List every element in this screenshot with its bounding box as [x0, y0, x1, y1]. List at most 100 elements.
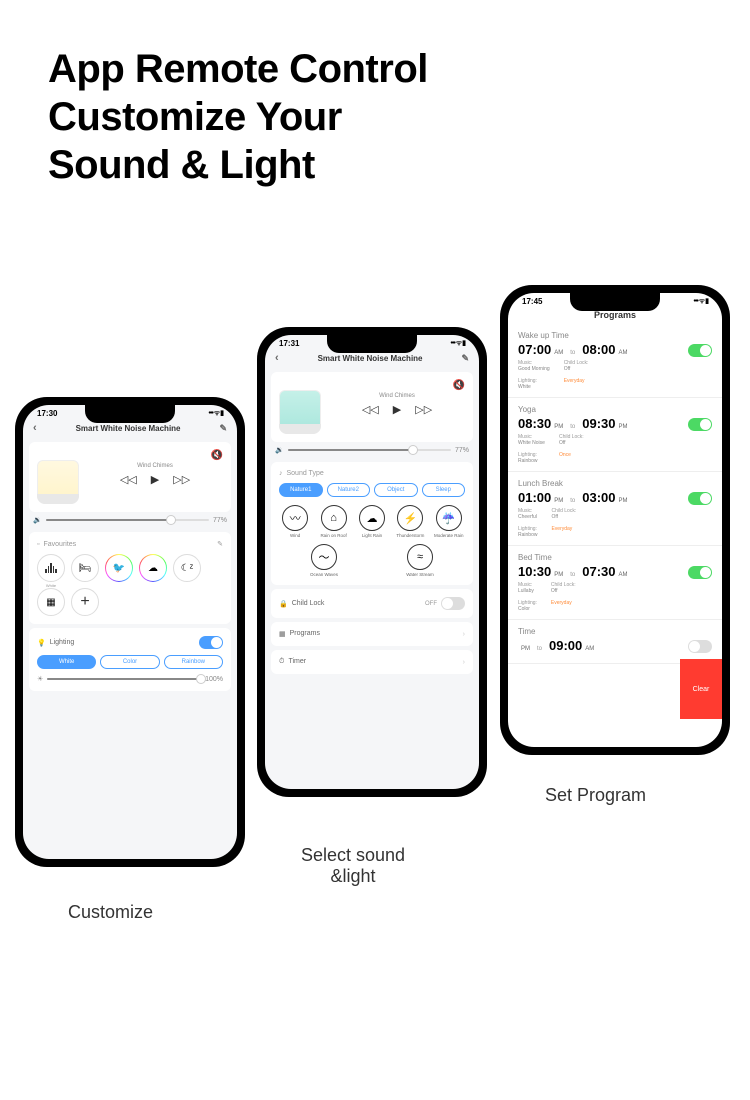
track-name: Wind Chimes: [379, 393, 415, 399]
volume-value: 77%: [455, 447, 469, 454]
play-button[interactable]: ▶: [151, 473, 159, 486]
volume-slider[interactable]: [288, 449, 451, 451]
pill-white[interactable]: White: [37, 655, 96, 669]
fav-preset-5[interactable]: ☾ᶻ: [173, 554, 201, 582]
mute-icon[interactable]: 🔇: [453, 380, 465, 391]
child-lock-row[interactable]: 🔒Child Lock OFF: [271, 589, 473, 618]
heading-line-3: Sound & Light: [48, 141, 750, 189]
player-card: 🔇 Wind Chimes ◁◁ ▶ ▷▷: [29, 442, 231, 512]
program-time: 07:00AM to 08:00AM: [518, 342, 712, 357]
add-favourite-button[interactable]: +: [71, 588, 99, 616]
pill-color[interactable]: Color: [100, 655, 159, 669]
program-toggle[interactable]: [688, 492, 712, 505]
program-name: Yoga: [518, 405, 712, 414]
program-toggle[interactable]: [688, 418, 712, 431]
sound-rain-roof[interactable]: ⌂Rain on Roof: [319, 505, 349, 538]
caption-customize: Customize: [68, 902, 153, 923]
page-heading: App Remote Control Customize Your Sound …: [0, 0, 750, 189]
volume-icon: 🔉: [33, 516, 42, 524]
lighting-toggle[interactable]: [199, 636, 223, 649]
prev-button[interactable]: ◁◁: [362, 403, 379, 416]
program-row[interactable]: Time PM to 09:00AM: [508, 620, 722, 664]
prev-button[interactable]: ◁◁: [120, 473, 137, 486]
caption-select: Select sound &light: [283, 845, 423, 887]
program-time: 01:00PM to 03:00PM: [518, 490, 712, 505]
fav-preset-3[interactable]: 🐦: [105, 554, 133, 582]
fav-preset-6[interactable]: ▦: [37, 588, 65, 616]
program-row[interactable]: Lunch Break 01:00PM to 03:00PM Music: Ch…: [508, 472, 722, 546]
sound-light-rain[interactable]: ☁Light Rain: [357, 505, 387, 538]
tab-object[interactable]: Object: [374, 483, 418, 497]
chevron-right-icon: ›: [463, 631, 465, 638]
program-row[interactable]: Yoga 08:30PM to 09:30PM Music: White Noi…: [508, 398, 722, 472]
program-toggle[interactable]: [688, 640, 712, 653]
play-button[interactable]: ▶: [393, 403, 401, 416]
tab-nature2[interactable]: Nature2: [327, 483, 371, 497]
brightness-value: 100%: [205, 676, 223, 683]
fav-preset-2[interactable]: 🛏: [71, 554, 99, 582]
program-name: Lunch Break: [518, 479, 712, 488]
sound-type-card: ♪ Sound Type Nature1 Nature2 Object Slee…: [271, 462, 473, 585]
tab-sleep[interactable]: Sleep: [422, 483, 466, 497]
lighting-label: Lighting: [50, 639, 75, 646]
program-meta: Music: LullabyLighting: Color Child Lock…: [518, 582, 712, 612]
status-time: 17:31: [279, 339, 299, 348]
edit-button[interactable]: ✎: [461, 353, 469, 364]
phone-select-sound: 17:31 ••• ᯤ ▮ ‹ Smart White Noise Machin…: [257, 327, 487, 797]
sound-water-stream[interactable]: ≈Water Stream: [405, 544, 435, 577]
program-toggle[interactable]: [688, 566, 712, 579]
status-icons: ••• ᯤ ▮: [694, 297, 709, 306]
sound-type-label: Sound Type: [287, 470, 324, 477]
sound-moderate-rain[interactable]: ☔Moderate Rain: [434, 505, 464, 538]
timer-icon: ⏱: [279, 658, 284, 666]
calendar-icon: ▦: [279, 630, 286, 638]
lock-icon: 🔒: [279, 600, 288, 608]
sound-thunderstorm[interactable]: ⚡Thunderstorm: [395, 505, 425, 538]
next-button[interactable]: ▷▷: [415, 403, 432, 416]
device-image: [37, 450, 79, 504]
programs-list: Wake up Time 07:00AM to 08:00AM Music: G…: [508, 324, 722, 664]
fav-preset-4[interactable]: ☁: [139, 554, 167, 582]
timer-row[interactable]: ⏱Timer ›: [271, 650, 473, 674]
phone-programs: 17:45 ••• ᯤ ▮ Programs Wake up Time 07:0…: [500, 285, 730, 755]
notch: [327, 335, 417, 353]
program-row[interactable]: Bed Time 10:30PM to 07:30AM Music: Lulla…: [508, 546, 722, 620]
status-icons: ••• ᯤ ▮: [209, 409, 224, 418]
program-meta: Music: CheerfulLighting: Rainbow Child L…: [518, 508, 712, 538]
notch: [85, 405, 175, 423]
sound-ocean-waves[interactable]: 〜Ocean Waves: [309, 544, 339, 577]
program-meta: Music: White NoiseLighting: Rainbow Chil…: [518, 434, 712, 464]
notch: [570, 293, 660, 311]
program-time: PM to 09:00AM: [518, 638, 712, 653]
screen-title: Smart White Noise Machine: [279, 354, 462, 363]
tab-nature1[interactable]: Nature1: [279, 483, 323, 497]
volume-slider[interactable]: [46, 519, 209, 521]
program-toggle[interactable]: [688, 344, 712, 357]
lighting-card: 💡 Lighting White Color Rainbow ☀ 100%: [29, 628, 231, 691]
child-lock-toggle[interactable]: [441, 597, 465, 610]
next-button[interactable]: ▷▷: [173, 473, 190, 486]
status-time: 17:45: [522, 297, 542, 306]
pill-rainbow[interactable]: Rainbow: [164, 655, 223, 669]
edit-favourites[interactable]: ✎: [217, 540, 223, 548]
chevron-right-icon: ›: [463, 659, 465, 666]
program-name: Wake up Time: [518, 331, 712, 340]
volume-icon: 🔉: [275, 446, 284, 454]
player-card: 🔇 Wind Chimes ◁◁ ▶ ▷▷: [271, 372, 473, 442]
program-row[interactable]: Wake up Time 07:00AM to 08:00AM Music: G…: [508, 324, 722, 398]
sound-wind[interactable]: 〰Wind: [280, 505, 310, 538]
status-icons: ••• ᯤ ▮: [451, 339, 466, 348]
brightness-slider[interactable]: [47, 678, 201, 680]
edit-button[interactable]: ✎: [219, 423, 227, 434]
mute-icon[interactable]: 🔇: [211, 450, 223, 461]
program-time: 08:30PM to 09:30PM: [518, 416, 712, 431]
program-name: Bed Time: [518, 553, 712, 562]
fav-white[interactable]: White: [37, 554, 65, 582]
clear-button[interactable]: Clear: [680, 659, 722, 719]
track-name: Wind Chimes: [137, 463, 173, 469]
screen-title: Smart White Noise Machine: [37, 424, 220, 433]
program-meta: Music: Good MorningLighting: White Child…: [518, 360, 712, 390]
programs-row[interactable]: ▦Programs ›: [271, 622, 473, 646]
status-time: 17:30: [37, 409, 57, 418]
caption-program: Set Program: [545, 785, 646, 806]
